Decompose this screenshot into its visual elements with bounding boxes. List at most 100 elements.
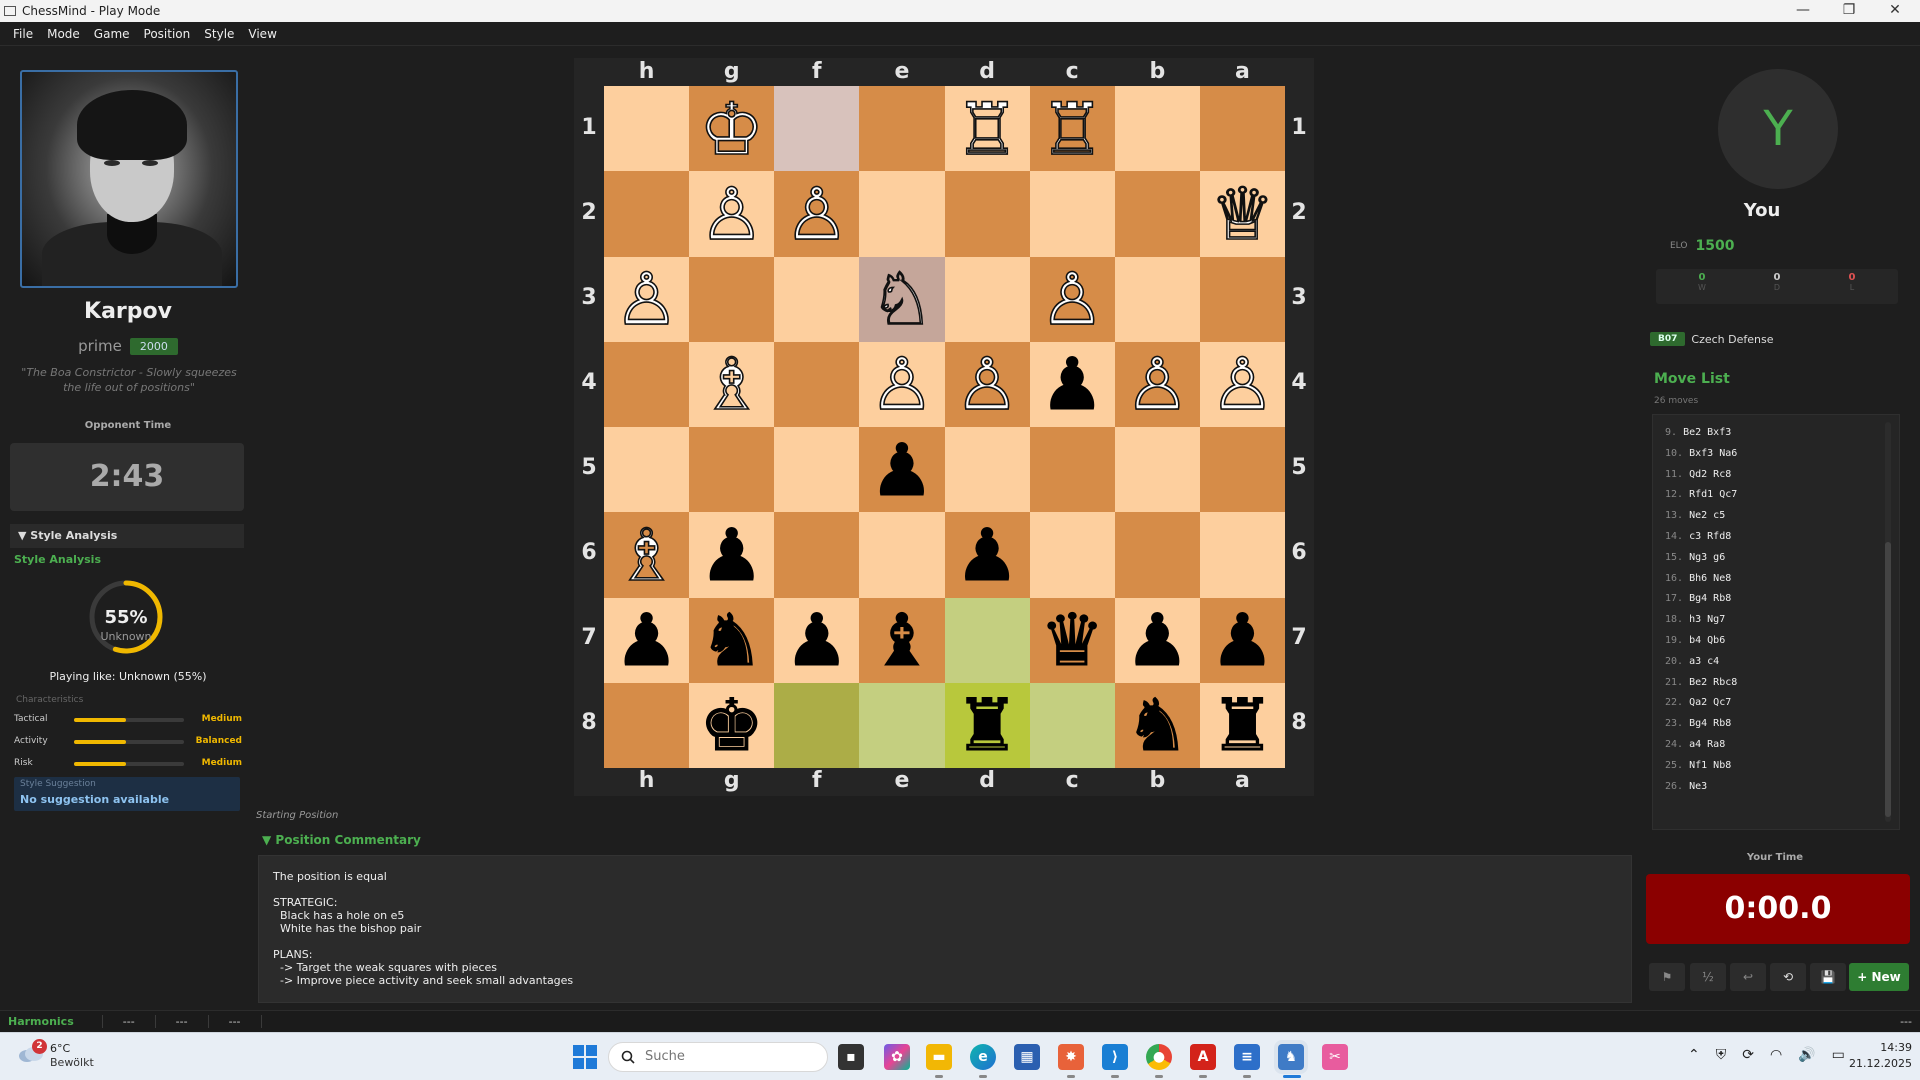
square-c2[interactable] <box>1029 171 1115 257</box>
new-game-button[interactable]: + New <box>1849 963 1909 991</box>
copilot-icon[interactable]: ✿ <box>884 1044 910 1070</box>
position-commentary-toggle[interactable]: ▼ Position Commentary <box>262 833 421 847</box>
snipping-tool-icon[interactable]: ✂ <box>1322 1044 1348 1070</box>
windows-start-icon[interactable] <box>572 1044 598 1070</box>
black-queen[interactable]: ♛ <box>1039 604 1105 677</box>
square-e2[interactable] <box>859 171 945 257</box>
square-f7[interactable]: ♟ <box>774 597 860 683</box>
square-a4[interactable]: ♙ <box>1199 341 1285 427</box>
taskbar-search[interactable] <box>608 1042 828 1072</box>
square-h8[interactable] <box>604 682 690 768</box>
flip-board-button[interactable]: ⟲ <box>1770 963 1806 991</box>
square-g1[interactable]: ♔ <box>689 86 775 172</box>
square-b2[interactable] <box>1114 171 1200 257</box>
square-g6[interactable]: ♟ <box>689 512 775 598</box>
white-pawn[interactable]: ♙ <box>784 177 850 251</box>
vscode-icon[interactable]: ⟩ <box>1102 1044 1128 1070</box>
black-pawn[interactable]: ♟ <box>1125 604 1191 677</box>
undo-button[interactable]: ↩ <box>1730 963 1766 991</box>
square-c5[interactable] <box>1029 427 1115 513</box>
search-input[interactable] <box>645 1049 805 1064</box>
black-pawn[interactable]: ♟ <box>699 518 765 591</box>
square-h3[interactable]: ♙ <box>604 256 690 342</box>
square-a5[interactable] <box>1199 427 1285 513</box>
move-row[interactable]: 16. Bh6 Ne8 <box>1653 569 1899 590</box>
black-pawn[interactable]: ♟ <box>1039 348 1105 421</box>
square-b8[interactable]: ♞ <box>1114 682 1200 768</box>
save-button[interactable]: 💾 <box>1810 963 1846 991</box>
app-sparkle-icon[interactable]: ✸ <box>1058 1044 1084 1070</box>
taskbar-date[interactable]: 21.12.2025 <box>1840 1057 1912 1070</box>
square-c3[interactable]: ♙ <box>1029 256 1115 342</box>
square-c6[interactable] <box>1029 512 1115 598</box>
volume-icon[interactable]: 🔊 <box>1798 1047 1815 1063</box>
move-row[interactable]: 20. a3 c4 <box>1653 652 1899 673</box>
square-c4[interactable]: ♟ <box>1029 341 1115 427</box>
close-icon[interactable]: ✕ <box>1872 0 1918 22</box>
offer-draw-button[interactable]: ½ <box>1690 963 1726 991</box>
black-rook[interactable]: ♜ <box>1210 689 1276 762</box>
white-pawn[interactable]: ♙ <box>613 262 679 336</box>
move-row[interactable]: 25. Nf1 Nb8 <box>1653 756 1899 777</box>
square-a3[interactable] <box>1199 256 1285 342</box>
move-row[interactable]: 12. Rfd1 Qc7 <box>1653 485 1899 506</box>
square-g2[interactable]: ♙ <box>689 171 775 257</box>
square-g5[interactable] <box>689 427 775 513</box>
white-bishop[interactable]: ♗ <box>613 518 679 592</box>
style-analysis-toggle[interactable]: ▼ Style Analysis <box>10 524 244 548</box>
move-row[interactable]: 13. Ne2 c5 <box>1653 506 1899 527</box>
square-b4[interactable]: ♙ <box>1114 341 1200 427</box>
square-d6[interactable]: ♟ <box>944 512 1030 598</box>
edge-icon[interactable]: e <box>970 1044 996 1070</box>
move-row[interactable]: 11. Qd2 Rc8 <box>1653 465 1899 486</box>
white-pawn[interactable]: ♙ <box>869 348 935 422</box>
black-rook[interactable]: ♜ <box>954 689 1020 762</box>
square-g4[interactable]: ♗ <box>689 341 775 427</box>
move-row[interactable]: 10. Bxf3 Na6 <box>1653 444 1899 465</box>
python-app-icon[interactable]: ♞ <box>1278 1044 1304 1070</box>
black-pawn[interactable]: ♟ <box>869 433 935 506</box>
white-pawn[interactable]: ♙ <box>699 177 765 251</box>
move-row[interactable]: 9. Be2 Bxf3 <box>1653 423 1899 444</box>
square-e1[interactable] <box>859 86 945 172</box>
square-h5[interactable] <box>604 427 690 513</box>
square-d1[interactable]: ♖ <box>944 86 1030 172</box>
square-c1[interactable]: ♖ <box>1029 86 1115 172</box>
square-e6[interactable] <box>859 512 945 598</box>
move-row[interactable]: 15. Ng3 g6 <box>1653 548 1899 569</box>
square-e3[interactable]: ♘ <box>859 256 945 342</box>
shield-icon[interactable]: ⛨ <box>1716 1047 1727 1063</box>
taskbar-time[interactable]: 14:39 <box>1862 1041 1912 1054</box>
square-d4[interactable]: ♙ <box>944 341 1030 427</box>
pdf-reader-icon[interactable]: A <box>1190 1044 1216 1070</box>
square-e4[interactable]: ♙ <box>859 341 945 427</box>
square-f1[interactable] <box>774 86 860 172</box>
notepad-icon[interactable]: ≡ <box>1234 1044 1260 1070</box>
white-pawn[interactable]: ♙ <box>1039 262 1105 336</box>
square-g3[interactable] <box>689 256 775 342</box>
square-a8[interactable]: ♜ <box>1199 682 1285 768</box>
move-row[interactable]: 22. Qa2 Qc7 <box>1653 693 1899 714</box>
square-d7[interactable] <box>944 597 1030 683</box>
square-a6[interactable] <box>1199 512 1285 598</box>
square-h2[interactable] <box>604 171 690 257</box>
square-a7[interactable]: ♟ <box>1199 597 1285 683</box>
square-g8[interactable]: ♚ <box>689 682 775 768</box>
square-f5[interactable] <box>774 427 860 513</box>
square-c7[interactable]: ♛ <box>1029 597 1115 683</box>
square-h4[interactable] <box>604 341 690 427</box>
square-g7[interactable]: ♞ <box>689 597 775 683</box>
minimize-icon[interactable]: — <box>1780 0 1826 22</box>
sync-icon[interactable]: ⟳ <box>1742 1047 1754 1063</box>
black-knight[interactable]: ♞ <box>699 604 765 677</box>
square-f6[interactable] <box>774 512 860 598</box>
square-f8[interactable] <box>774 682 860 768</box>
chevron-up-icon[interactable]: ⌃ <box>1688 1047 1700 1063</box>
resign-button[interactable]: ⚑ <box>1649 963 1685 991</box>
menu-game[interactable]: Game <box>87 27 137 41</box>
task-view-icon[interactable]: ▪ <box>838 1044 864 1070</box>
menu-view[interactable]: View <box>241 27 283 41</box>
square-h6[interactable]: ♗ <box>604 512 690 598</box>
move-row[interactable]: 23. Bg4 Rb8 <box>1653 714 1899 735</box>
black-pawn[interactable]: ♟ <box>1210 604 1276 677</box>
